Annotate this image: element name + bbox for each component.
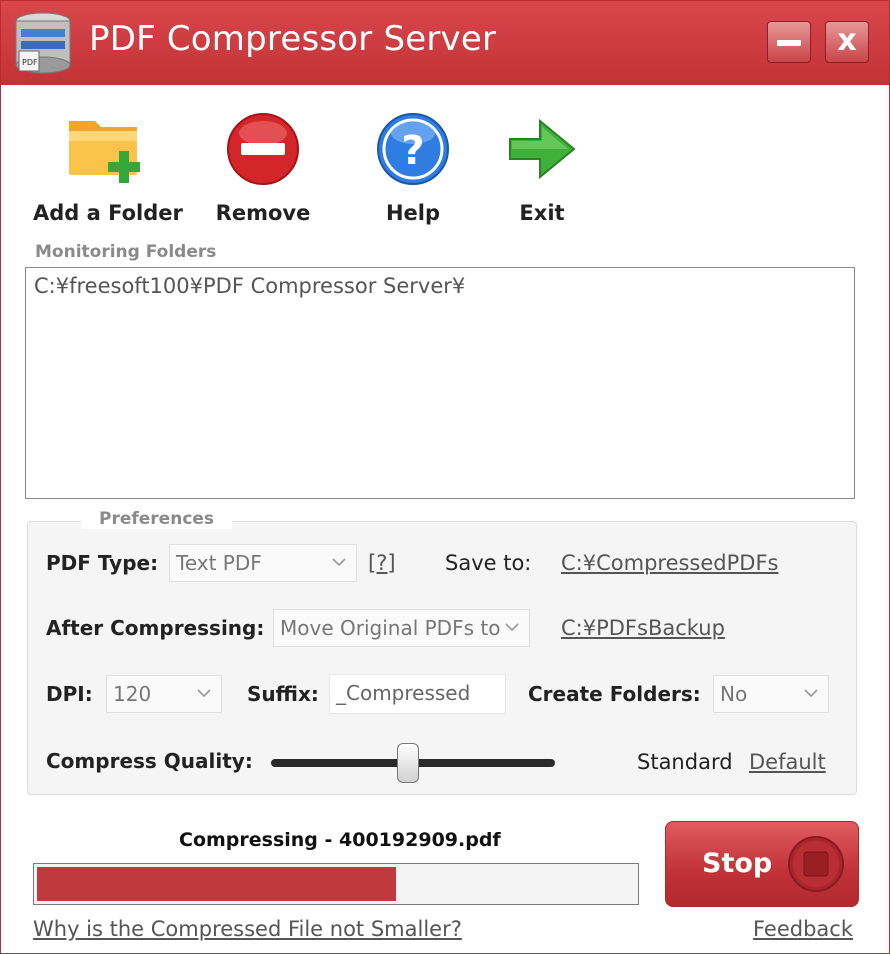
why-not-smaller-link[interactable]: Why is the Compressed File not Smaller?	[33, 917, 462, 941]
app-window: PDF PDF Compressor Server x Add a Folder…	[0, 0, 890, 954]
dpi-label: DPI:	[46, 682, 93, 706]
suffix-input[interactable]: _Compressed	[329, 674, 506, 714]
add-folder-button[interactable]: Add a Folder	[33, 111, 183, 225]
dpi-select[interactable]: 120	[106, 675, 222, 713]
title-bar: PDF PDF Compressor Server x	[1, 1, 889, 85]
quality-value: Standard	[637, 750, 733, 774]
folder-add-icon	[69, 121, 140, 183]
pdf-type-label: PDF Type:	[46, 551, 159, 575]
help-label: Help	[385, 201, 441, 225]
svg-text:?: ?	[401, 128, 424, 174]
create-folders-select[interactable]: No	[713, 675, 829, 713]
list-item[interactable]: C:¥freesoft100¥PDF Compressor Server¥	[34, 274, 846, 298]
minimize-button[interactable]	[767, 21, 811, 63]
stop-button[interactable]: Stop	[665, 821, 859, 907]
compress-quality-label: Compress Quality:	[46, 749, 253, 773]
after-compressing-label: After Compressing:	[46, 616, 265, 640]
suffix-label: Suffix:	[247, 682, 319, 706]
help-icon: ?	[377, 113, 449, 185]
create-folders-value: No	[720, 682, 748, 706]
dpi-value: 120	[113, 682, 152, 706]
exit-button[interactable]: Exit	[501, 111, 583, 225]
stop-label: Stop	[702, 848, 773, 879]
save-to-label: Save to:	[445, 551, 532, 575]
add-folder-label: Add a Folder	[33, 201, 183, 225]
default-link[interactable]: Default	[749, 750, 826, 774]
save-to-path-link[interactable]: C:¥CompressedPDFs	[561, 551, 778, 575]
exit-arrow-icon	[509, 118, 576, 180]
monitoring-folders-list[interactable]: C:¥freesoft100¥PDF Compressor Server¥	[25, 267, 855, 499]
monitoring-folders-label: Monitoring Folders	[35, 242, 217, 262]
window-title: PDF Compressor Server	[89, 19, 497, 59]
pdf-type-help-link[interactable]: [?]	[368, 551, 396, 575]
chevron-down-icon	[197, 689, 211, 698]
close-button[interactable]: x	[825, 21, 869, 63]
pdf-type-value: Text PDF	[176, 551, 262, 575]
help-button[interactable]: ? Help	[373, 111, 453, 225]
remove-label: Remove	[215, 201, 311, 225]
preferences-legend: Preferences	[81, 509, 233, 529]
minimize-icon	[777, 40, 801, 46]
remove-icon	[227, 113, 299, 185]
exit-label: Exit	[519, 201, 565, 225]
chevron-down-icon	[804, 689, 818, 698]
status-text: Compressing - 400192909.pdf	[179, 829, 501, 851]
remove-button[interactable]: Remove	[207, 111, 319, 225]
close-icon: x	[837, 23, 857, 58]
progress-fill	[37, 867, 396, 901]
stop-icon	[788, 836, 844, 892]
svg-text:PDF: PDF	[22, 58, 38, 67]
create-folders-label: Create Folders:	[528, 682, 701, 706]
progress-bar	[33, 863, 639, 905]
chevron-down-icon	[505, 623, 519, 632]
after-compressing-value: Move Original PDFs to	[280, 616, 501, 640]
quality-slider-handle[interactable]	[396, 743, 419, 783]
feedback-link[interactable]: Feedback	[753, 917, 853, 941]
backup-path-link[interactable]: C:¥PDFsBackup	[561, 616, 725, 640]
pdf-type-select[interactable]: Text PDF	[169, 544, 357, 582]
chevron-down-icon	[332, 558, 346, 567]
database-pdf-icon: PDF	[13, 11, 73, 75]
after-compressing-select[interactable]: Move Original PDFs to	[273, 609, 530, 647]
